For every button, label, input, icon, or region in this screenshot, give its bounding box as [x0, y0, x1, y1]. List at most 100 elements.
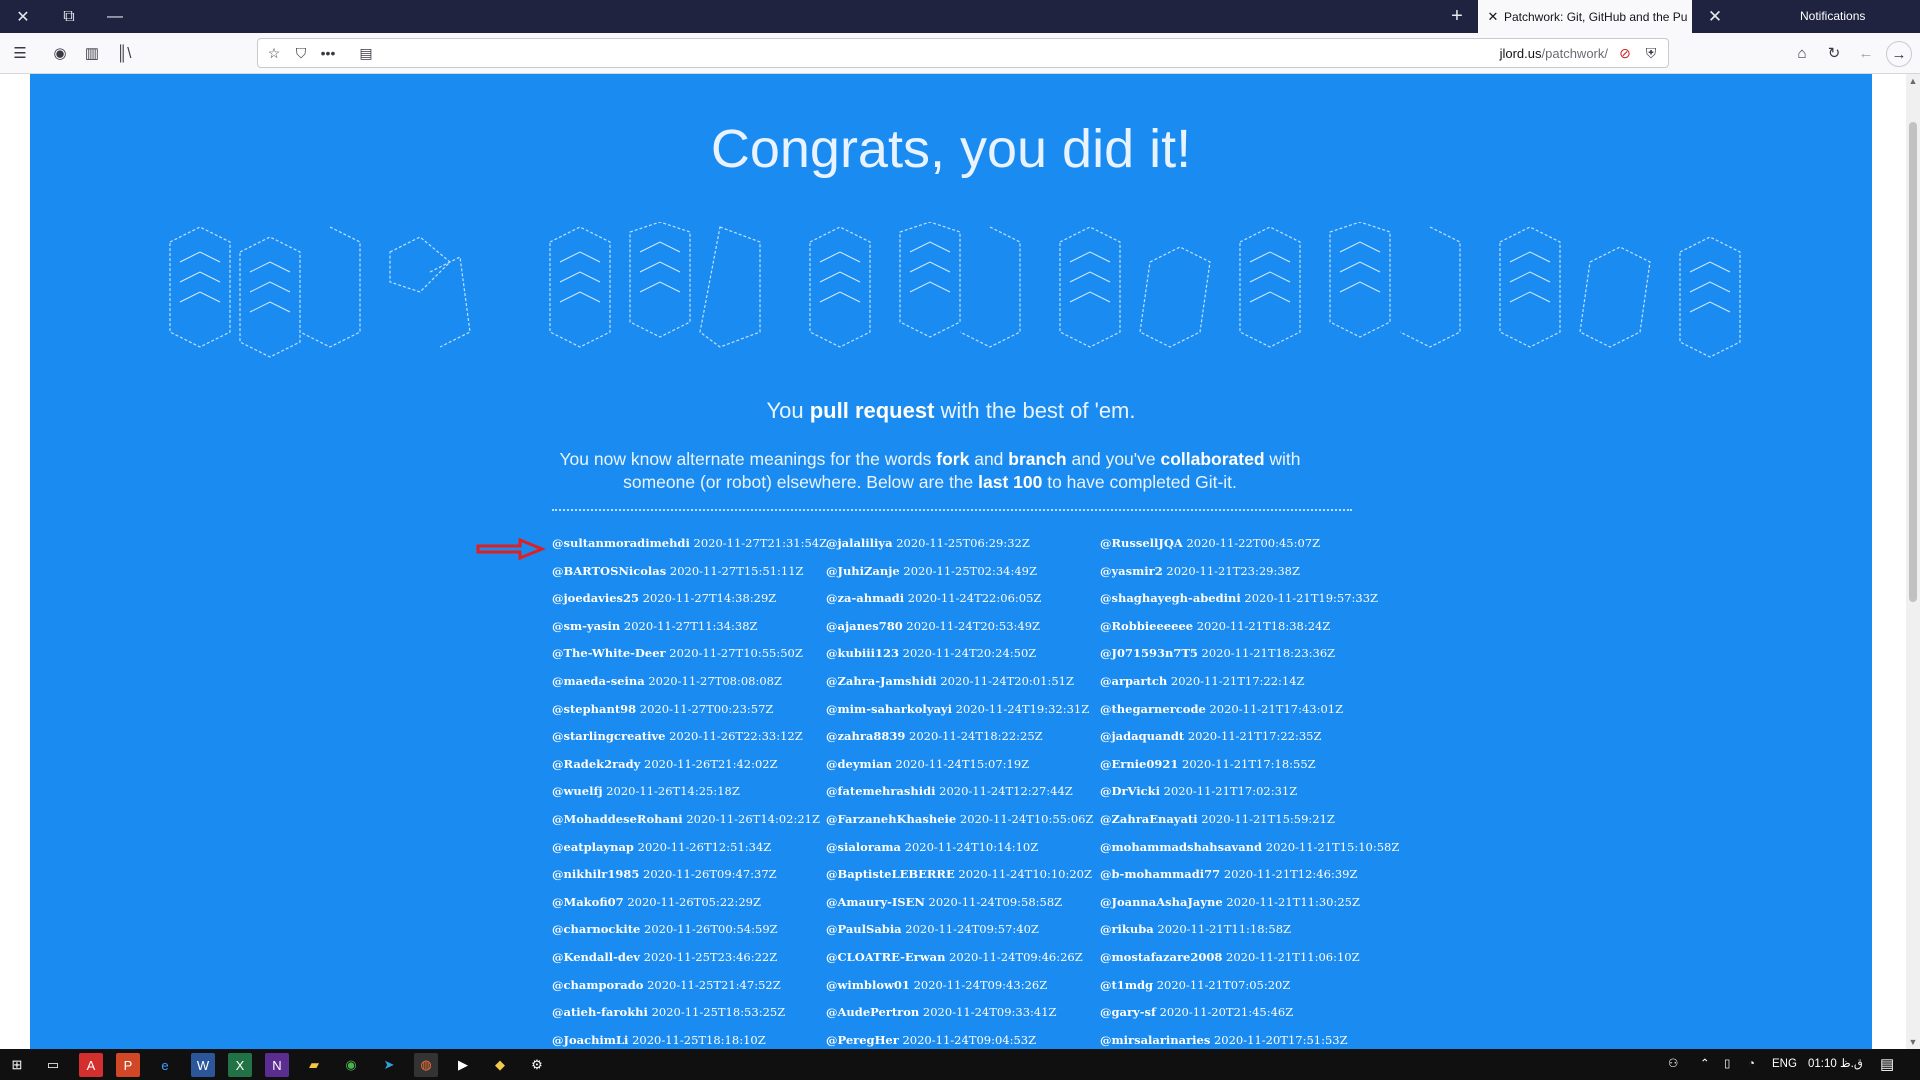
github-username-link[interactable]: @PeregHer: [826, 1033, 899, 1047]
github-username-link[interactable]: @champorado: [552, 978, 643, 992]
github-username-link[interactable]: @gary-sf: [1100, 1005, 1156, 1019]
github-username-link[interactable]: @za-ahmadi: [826, 591, 904, 605]
file-explorer-icon[interactable]: ▰: [302, 1053, 326, 1077]
github-username-link[interactable]: @mostafazare2008: [1100, 950, 1222, 964]
github-username-link[interactable]: @AudePertron: [826, 1005, 919, 1019]
github-username-link[interactable]: @arpartch: [1100, 674, 1167, 688]
github-username-link[interactable]: @kubiii123: [826, 646, 899, 660]
github-username-link[interactable]: @deymian: [826, 757, 892, 771]
github-username-link[interactable]: @joedavies25: [552, 591, 639, 605]
github-username-link[interactable]: @CLOATRE-Erwan: [826, 950, 945, 964]
github-username-link[interactable]: @eatplaynap: [552, 840, 634, 854]
minimize-window-icon[interactable]: —: [92, 0, 138, 33]
scrollbar-thumb[interactable]: [1909, 122, 1917, 602]
github-username-link[interactable]: @thegarnercode: [1100, 702, 1206, 716]
tray-chevron-icon[interactable]: ⌃: [1700, 1049, 1710, 1080]
sidebar-icon[interactable]: ▥: [80, 41, 104, 65]
media-player-icon[interactable]: ▶: [451, 1053, 475, 1077]
home-icon[interactable]: ⌂: [1790, 41, 1814, 65]
github-username-link[interactable]: @The-White-Deer: [552, 646, 666, 660]
github-username-link[interactable]: @b-mohammadi77: [1100, 867, 1220, 881]
more-actions-icon[interactable]: •••: [317, 42, 339, 64]
github-username-link[interactable]: @ajanes780: [826, 619, 903, 633]
reader-view-icon[interactable]: ▤: [355, 42, 377, 64]
github-username-link[interactable]: @nikhilr1985: [552, 867, 639, 881]
new-tab-button[interactable]: +: [1441, 0, 1473, 33]
github-username-link[interactable]: @mirsalarinaries: [1100, 1033, 1210, 1047]
vertical-scrollbar[interactable]: ▲ ▼: [1906, 74, 1920, 1049]
github-username-link[interactable]: @BARTOSNicolas: [552, 564, 666, 578]
tab-close-icon[interactable]: ✕: [1482, 9, 1504, 25]
github-username-link[interactable]: @jadaquandt: [1100, 729, 1184, 743]
github-username-link[interactable]: @maeda-seina: [552, 674, 645, 688]
github-username-link[interactable]: @charnockite: [552, 922, 640, 936]
github-username-link[interactable]: @FarzanehKhasheie: [826, 812, 956, 826]
github-username-link[interactable]: @Robbieeeeee: [1100, 619, 1193, 633]
github-username-link[interactable]: @atieh-farokhi: [552, 1005, 648, 1019]
github-username-link[interactable]: @starlingcreative: [552, 729, 665, 743]
github-username-link[interactable]: @sialorama: [826, 840, 901, 854]
github-username-link[interactable]: @jalaliliya: [826, 536, 893, 550]
github-username-link[interactable]: @JoachimLi: [552, 1033, 628, 1047]
github-username-link[interactable]: @yasmir2: [1100, 564, 1163, 578]
menu-icon[interactable]: ☰: [8, 41, 32, 65]
arrow-right-icon[interactable]: →: [1886, 41, 1912, 67]
network-icon[interactable]: ◔: [1748, 1049, 1755, 1080]
edge-icon[interactable]: e: [153, 1053, 177, 1077]
github-username-link[interactable]: @sultanmoradimehdi: [552, 536, 690, 550]
github-username-link[interactable]: @DrVicki: [1100, 784, 1160, 798]
github-username-link[interactable]: @t1mdg: [1100, 978, 1153, 992]
onenote-icon[interactable]: N: [265, 1053, 289, 1077]
account-icon[interactable]: ◉: [48, 41, 72, 65]
github-username-link[interactable]: @sm-yasin: [552, 619, 620, 633]
github-username-link[interactable]: @PaulSabia: [826, 922, 902, 936]
github-username-link[interactable]: @Radek2rady: [552, 757, 640, 771]
action-center-icon[interactable]: ▤: [1880, 1049, 1894, 1080]
reload-icon[interactable]: ↻: [1822, 41, 1846, 65]
address-bar[interactable]: ☆ ⛉ ••• ▤ jlord.us/patchwork/ ⊘ ⛨: [257, 38, 1669, 68]
library-icon[interactable]: ║\: [112, 41, 136, 65]
github-username-link[interactable]: @fatemehrashidi: [826, 784, 936, 798]
close-window-icon[interactable]: ✕: [0, 0, 46, 33]
start-icon[interactable]: ⊞: [5, 1053, 29, 1077]
bookmark-star-icon[interactable]: ☆: [263, 42, 285, 64]
app-icon[interactable]: ◆: [488, 1053, 512, 1077]
github-username-link[interactable]: @wimblow01: [826, 978, 910, 992]
github-username-link[interactable]: @ZahraEnayati: [1100, 812, 1198, 826]
github-username-link[interactable]: @Ernie0921: [1100, 757, 1178, 771]
settings-icon[interactable]: ⚙: [525, 1053, 549, 1077]
restore-window-icon[interactable]: ⧉: [46, 0, 92, 33]
tracking-protection-icon[interactable]: ⊘: [1614, 42, 1636, 64]
word-icon[interactable]: W: [191, 1053, 215, 1077]
scroll-up-icon[interactable]: ▲: [1906, 74, 1920, 88]
clock[interactable]: 01:10 ق.ظ: [1808, 1049, 1863, 1080]
chrome-icon[interactable]: ◉: [339, 1053, 363, 1077]
github-username-link[interactable]: @Kendall-dev: [552, 950, 640, 964]
pocket-icon[interactable]: ⛉: [290, 42, 312, 64]
tab-patchwork[interactable]: ✕ Patchwork: Git, GitHub and the Pu: [1478, 0, 1692, 33]
github-username-link[interactable]: @MohaddeseRohani: [552, 812, 683, 826]
arrow-left-icon[interactable]: ←: [1854, 41, 1878, 65]
acrobat-icon[interactable]: A: [79, 1053, 103, 1077]
scroll-down-icon[interactable]: ▼: [1906, 1035, 1920, 1049]
url-text[interactable]: jlord.us/patchwork/: [1500, 46, 1608, 61]
excel-icon[interactable]: X: [228, 1053, 252, 1077]
github-username-link[interactable]: @mohammadshahsavand: [1100, 840, 1262, 854]
telegram-icon[interactable]: ➤: [377, 1053, 401, 1077]
github-username-link[interactable]: @stephant98: [552, 702, 636, 716]
people-icon[interactable]: ⚇: [1668, 1049, 1678, 1080]
language-indicator[interactable]: ENG: [1772, 1049, 1797, 1080]
github-username-link[interactable]: @JoannaAshaJayne: [1100, 895, 1223, 909]
github-username-link[interactable]: @RussellJQA: [1100, 536, 1183, 550]
github-username-link[interactable]: @shaghayegh-abedini: [1100, 591, 1241, 605]
github-username-link[interactable]: @J071593n7T5: [1100, 646, 1198, 660]
close-tab-icon[interactable]: ✕: [1700, 0, 1730, 33]
github-username-link[interactable]: @JuhiZanje: [826, 564, 900, 578]
github-username-link[interactable]: @zahra8839: [826, 729, 905, 743]
firefox-icon[interactable]: ◍: [414, 1053, 438, 1077]
github-username-link[interactable]: @rikuba: [1100, 922, 1154, 936]
github-username-link[interactable]: @Zahra-Jamshidi: [826, 674, 937, 688]
github-username-link[interactable]: @Makofi07: [552, 895, 624, 909]
shield-icon[interactable]: ⛨: [1640, 42, 1662, 64]
github-username-link[interactable]: @BaptisteLEBERRE: [826, 867, 955, 881]
